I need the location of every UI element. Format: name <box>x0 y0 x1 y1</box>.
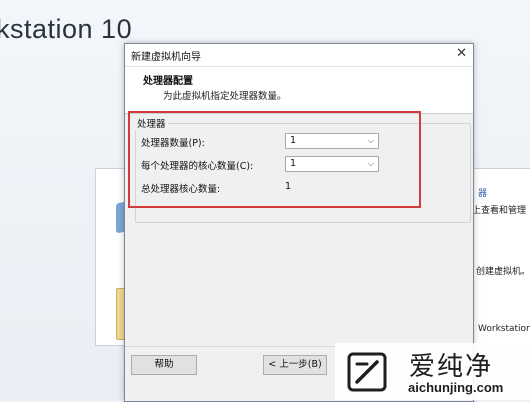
red-highlight-box <box>128 111 421 208</box>
brand-name-cn: 爱纯净 <box>409 352 494 382</box>
dialog-titlebar: 新建虚拟机向导 ✕ <box>125 44 473 67</box>
help-button[interactable]: 帮助 <box>131 355 197 375</box>
watermark: 爱纯净 aichunjing.com <box>335 343 530 400</box>
side-text-1: 器 <box>478 189 488 199</box>
close-icon[interactable]: ✕ <box>456 46 467 62</box>
dialog-title: 新建虚拟机向导 <box>131 52 201 63</box>
app-title: kstation 10 <box>0 14 133 44</box>
page-heading: 处理器配置 <box>143 76 193 87</box>
wizard-header: 处理器配置 为此虚拟机指定处理器数量。 <box>125 67 473 114</box>
brand-logo-icon <box>347 352 387 392</box>
page-description: 为此虚拟机指定处理器数量。 <box>163 91 287 102</box>
brand-url: aichunjing.com <box>408 380 504 395</box>
side-text-3: 创建虚拟机。 <box>476 267 530 277</box>
side-text-2: 上查看和管理 <box>472 206 527 216</box>
back-button[interactable]: < 上一步(B) <box>263 355 327 375</box>
side-text-4: Workstation <box>478 324 530 334</box>
